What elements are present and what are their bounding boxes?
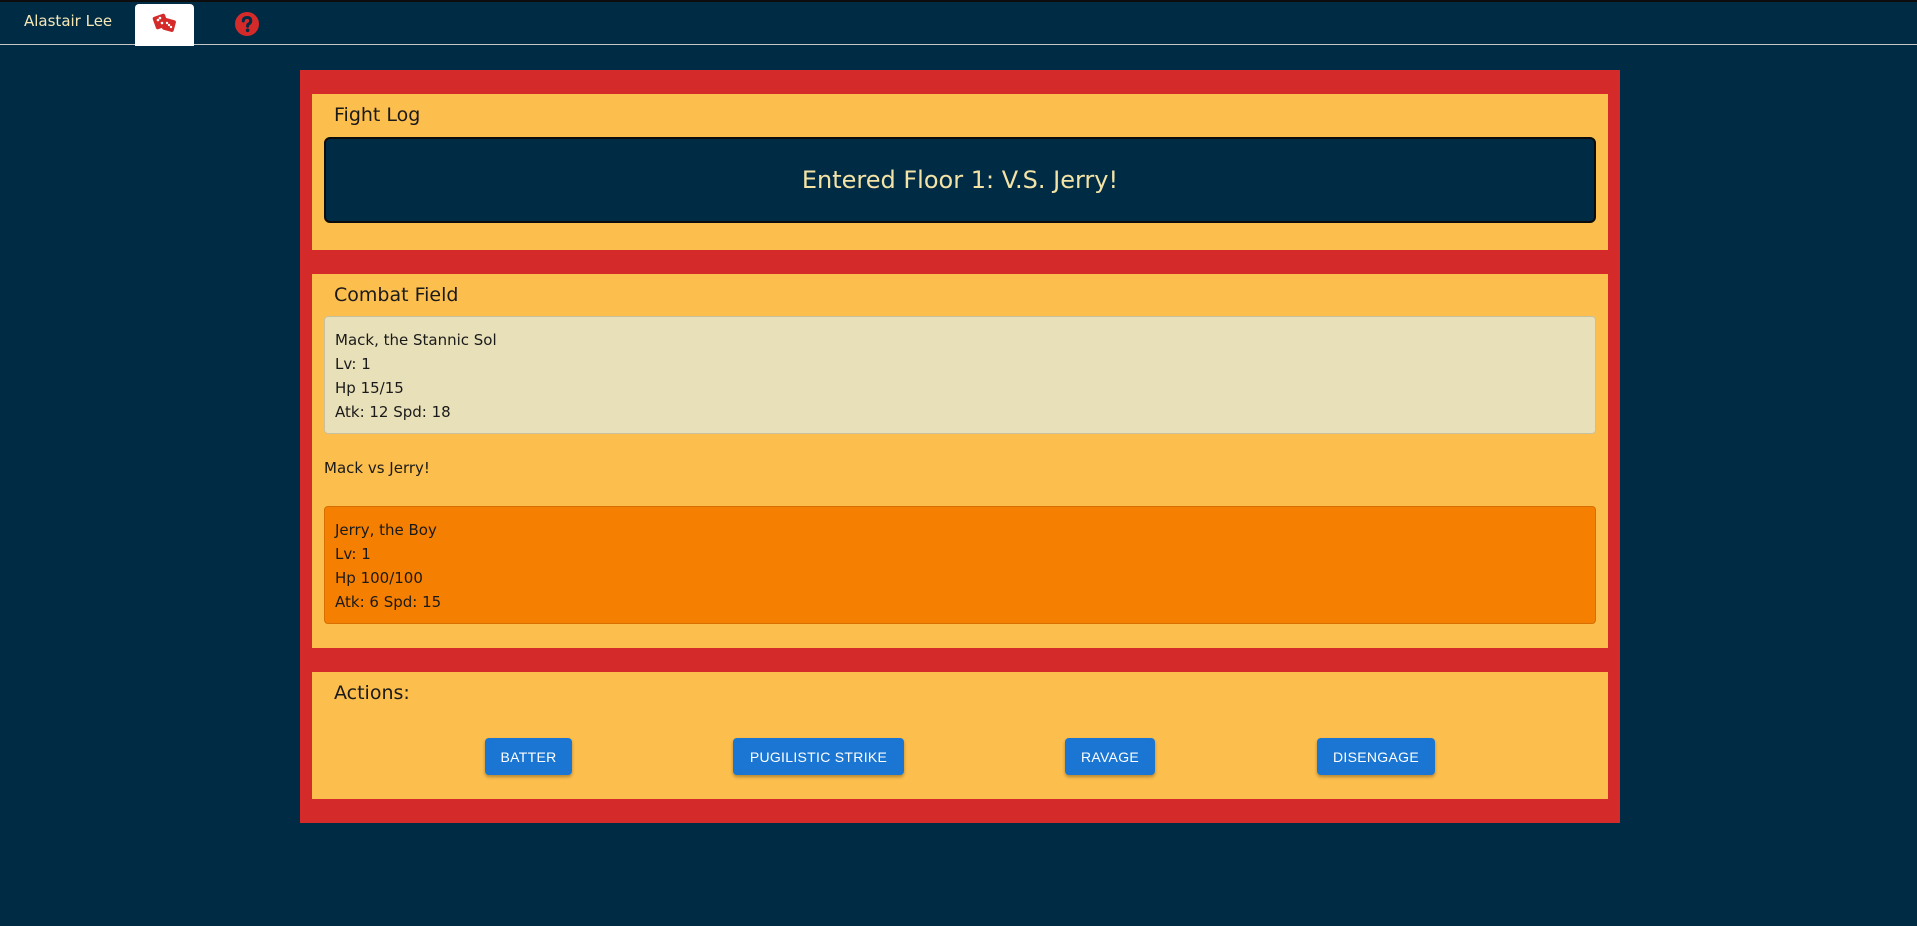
fight-log-title: Fight Log [334,104,421,126]
enemy-level: Lv: 1 [335,545,371,563]
game-arena: Fight Log Entered Floor 1: V.S. Jerry! C… [300,70,1620,823]
tab-game[interactable] [135,4,194,46]
player-card: Mack, the Stannic Sol Lv: 1 Hp 15/15 Atk… [324,316,1596,434]
combat-field-panel: Combat Field Mack, the Stannic Sol Lv: 1… [312,274,1608,648]
enemy-name: Jerry, the Boy [335,521,437,539]
tab-help[interactable] [232,11,262,41]
help-icon [234,11,260,41]
disengage-button[interactable]: DISENGAGE [1317,738,1435,775]
fight-log-message: Entered Floor 1: V.S. Jerry! [801,166,1119,194]
player-level: Lv: 1 [335,355,371,373]
versus-text: Mack vs Jerry! [324,459,430,477]
combat-field-title: Combat Field [334,284,459,306]
batter-button[interactable]: BATTER [485,738,572,775]
actions-title: Actions: [334,682,410,704]
fight-log-panel: Fight Log Entered Floor 1: V.S. Jerry! [312,94,1608,250]
user-name[interactable]: Alastair Lee [24,12,112,30]
pugilistic-strike-button[interactable]: PUGILISTIC STRIKE [733,738,904,775]
enemy-card: Jerry, the Boy Lv: 1 Hp 100/100 Atk: 6 S… [324,506,1596,624]
enemy-stats: Atk: 6 Spd: 15 [335,593,442,611]
top-nav-bar: Alastair Lee [0,0,1917,46]
ravage-button[interactable]: RAVAGE [1065,738,1155,775]
player-hp: Hp 15/15 [335,379,404,397]
player-name: Mack, the Stannic Sol [335,331,497,349]
fight-log-box: Entered Floor 1: V.S. Jerry! [324,137,1596,223]
dice-icon [152,12,178,38]
player-stats: Atk: 12 Spd: 18 [335,403,451,421]
actions-panel: Actions: BATTER PUGILISTIC STRIKE RAVAGE… [312,672,1608,799]
enemy-hp: Hp 100/100 [335,569,423,587]
